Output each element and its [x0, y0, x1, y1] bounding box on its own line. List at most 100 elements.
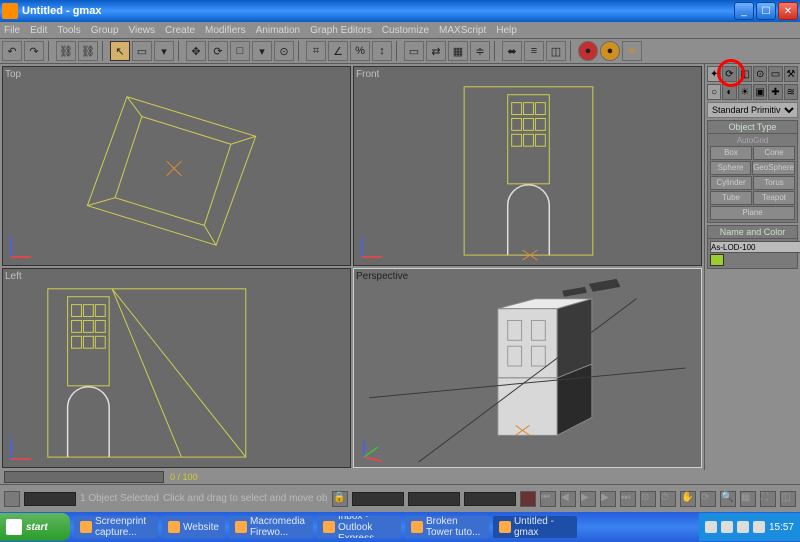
color-swatch[interactable]: [710, 254, 724, 266]
utility-tab[interactable]: ⚒: [784, 66, 798, 82]
teapot-button[interactable]: Teapot: [753, 191, 795, 205]
menu-tools[interactable]: Tools: [57, 25, 80, 36]
rollout-name-color[interactable]: Name and Color: [707, 225, 798, 239]
maxscript-listener-button[interactable]: [4, 491, 20, 507]
ref-coord-button[interactable]: ▾: [252, 41, 272, 61]
rotate-button[interactable]: ⟳: [208, 41, 228, 61]
lock-selection-button[interactable]: 🔒: [332, 491, 348, 507]
tray-icon[interactable]: [753, 521, 765, 533]
time-config-button[interactable]: ⏱: [660, 491, 676, 507]
undo-button[interactable]: ↶: [2, 41, 22, 61]
tray-icon[interactable]: [721, 521, 733, 533]
menu-file[interactable]: File: [4, 25, 20, 36]
cameras-category[interactable]: ▣: [753, 84, 767, 100]
menu-grapheditors[interactable]: Graph Editors: [310, 25, 372, 36]
tube-button[interactable]: Tube: [710, 191, 752, 205]
z-coord-field[interactable]: [464, 492, 516, 506]
minimize-button[interactable]: _: [734, 2, 754, 20]
track-button[interactable]: ≡: [524, 41, 544, 61]
close-button[interactable]: ✕: [778, 2, 798, 20]
menu-maxscript[interactable]: MAXScript: [439, 25, 486, 36]
clock[interactable]: 15:57: [769, 522, 794, 533]
angle-snap-button[interactable]: ∠: [328, 41, 348, 61]
menu-animation[interactable]: Animation: [256, 25, 300, 36]
plane-button[interactable]: Plane: [710, 206, 795, 220]
task-item[interactable]: Inbox - Outlook Express: [317, 516, 401, 538]
viewport-perspective[interactable]: Perspective: [353, 268, 702, 468]
start-button[interactable]: start: [0, 513, 70, 541]
schematic-button[interactable]: ◫: [546, 41, 566, 61]
rollout-object-type[interactable]: Object Type: [707, 120, 798, 134]
tray-icon[interactable]: [737, 521, 749, 533]
pivot-button[interactable]: ⊙: [274, 41, 294, 61]
y-coord-field[interactable]: [408, 492, 460, 506]
redo-button[interactable]: ↷: [24, 41, 44, 61]
time-slider[interactable]: [4, 471, 164, 483]
viewport-front[interactable]: Front: [353, 66, 702, 266]
mirror-button[interactable]: ⇄: [426, 41, 446, 61]
task-item-active[interactable]: Untitled - gmax: [493, 516, 577, 538]
motion-tab[interactable]: ⊙: [753, 66, 767, 82]
zoom-button[interactable]: 🔍: [720, 491, 736, 507]
menu-help[interactable]: Help: [496, 25, 517, 36]
spinner-snap-button[interactable]: ↕: [372, 41, 392, 61]
space-warps-category[interactable]: ≋: [784, 84, 798, 100]
pan-button[interactable]: ✋: [680, 491, 696, 507]
percent-snap-button[interactable]: %: [350, 41, 370, 61]
task-item[interactable]: Screenprint capture...: [74, 516, 158, 538]
cone-button[interactable]: Cone: [753, 146, 795, 160]
link-button[interactable]: ⛓: [56, 41, 76, 61]
unlink-button[interactable]: ⛓: [78, 41, 98, 61]
select-button[interactable]: ↖: [110, 41, 130, 61]
autogrid-checkbox[interactable]: AutoGrid: [710, 136, 795, 145]
lights-category[interactable]: ☀: [738, 84, 752, 100]
goto-end-button[interactable]: ⏭: [620, 491, 636, 507]
arc-rotate-button[interactable]: ⟳: [700, 491, 716, 507]
goto-start-button[interactable]: ⏮: [540, 491, 556, 507]
sphere-button[interactable]: Sphere: [710, 161, 751, 175]
align-button[interactable]: ≑: [470, 41, 490, 61]
shapes-category[interactable]: ◐: [722, 84, 736, 100]
menu-group[interactable]: Group: [91, 25, 119, 36]
named-sel-button[interactable]: ▭: [404, 41, 424, 61]
prev-frame-button[interactable]: ◀: [560, 491, 576, 507]
task-item[interactable]: Broken Tower tuto...: [405, 516, 489, 538]
menu-modifiers[interactable]: Modifiers: [205, 25, 246, 36]
anim-button[interactable]: [520, 491, 536, 507]
torus-button[interactable]: Torus: [753, 176, 795, 190]
maximize-button[interactable]: ☐: [756, 2, 776, 20]
render-button[interactable]: ●: [600, 41, 620, 61]
menu-customize[interactable]: Customize: [382, 25, 429, 36]
min-max-toggle-button[interactable]: ◫: [780, 491, 796, 507]
helpers-category[interactable]: ✚: [768, 84, 782, 100]
tray-icon[interactable]: [705, 521, 717, 533]
next-frame-button[interactable]: ▶: [600, 491, 616, 507]
move-button[interactable]: ✥: [186, 41, 206, 61]
key-mode-button[interactable]: ⊙: [640, 491, 656, 507]
geosphere-button[interactable]: GeoSphere: [752, 161, 795, 175]
quick-render-button[interactable]: ☀: [622, 41, 642, 61]
menu-create[interactable]: Create: [165, 25, 195, 36]
object-name-field[interactable]: [710, 241, 800, 253]
select-region-button[interactable]: ▭: [132, 41, 152, 61]
material-button[interactable]: ●: [578, 41, 598, 61]
primitive-dropdown[interactable]: Standard Primitives: [707, 102, 798, 118]
task-item[interactable]: Macromedia Firewo...: [229, 516, 313, 538]
task-item[interactable]: Website: [162, 516, 225, 538]
select-filter-button[interactable]: ▾: [154, 41, 174, 61]
box-button[interactable]: Box: [710, 146, 752, 160]
menu-edit[interactable]: Edit: [30, 25, 47, 36]
snap-button[interactable]: ⌗: [306, 41, 326, 61]
create-tab[interactable]: ✦: [707, 66, 721, 82]
ik-button[interactable]: ⬌: [502, 41, 522, 61]
modify-tab[interactable]: ⟳: [722, 66, 736, 82]
scale-button[interactable]: □: [230, 41, 250, 61]
geometry-category[interactable]: ○: [707, 84, 721, 100]
zoom-all-button[interactable]: ▦: [740, 491, 756, 507]
hierarchy-tab[interactable]: ◫: [738, 66, 752, 82]
menu-views[interactable]: Views: [129, 25, 156, 36]
listener-field[interactable]: [24, 492, 76, 506]
x-coord-field[interactable]: [352, 492, 404, 506]
cylinder-button[interactable]: Cylinder: [710, 176, 752, 190]
display-tab[interactable]: ▭: [768, 66, 782, 82]
